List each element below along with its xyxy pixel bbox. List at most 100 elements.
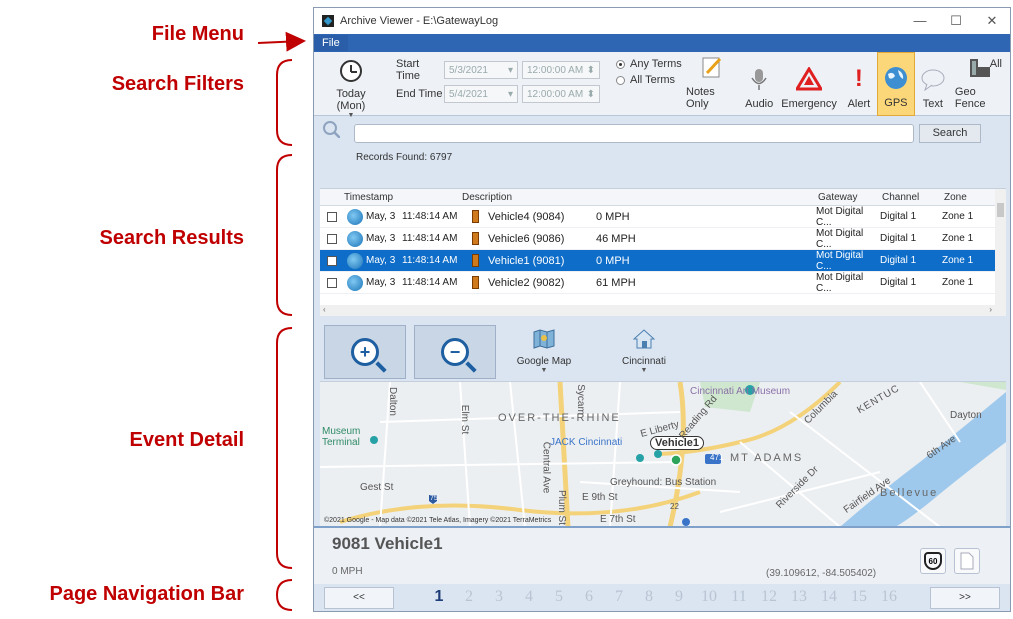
row-checkbox[interactable] [327, 211, 337, 222]
page-number[interactable]: 4 [514, 588, 544, 606]
col-zone[interactable]: Zone [944, 192, 992, 203]
table-row[interactable]: May, 3 11:48:14 AM Vehicle6 (9086) 46 MP… [320, 228, 1006, 250]
table-header: Timestamp Description Gateway Channel Zo… [320, 189, 1006, 206]
search-bar: Search Records Found: 6797 [314, 116, 1010, 168]
maximize-button[interactable]: ☐ [938, 13, 974, 29]
menu-bar: File [314, 34, 1010, 52]
gps-filter[interactable]: GPS [876, 52, 915, 116]
end-time-spinner[interactable]: 12:00:00 AM ⬍ [522, 85, 600, 103]
search-icon [323, 121, 340, 138]
text-filter[interactable]: Text [915, 52, 951, 116]
row-checkbox[interactable] [327, 233, 337, 244]
spinner-icon: ⬍ [586, 88, 595, 100]
page-number[interactable]: 6 [574, 588, 604, 606]
page-number[interactable]: 3 [484, 588, 514, 606]
close-button[interactable]: ✕ [974, 13, 1010, 29]
chevron-down-icon: ▼ [540, 367, 548, 374]
minimize-button[interactable]: — [902, 13, 938, 29]
page-number[interactable]: 7 [604, 588, 634, 606]
records-found: Records Found: 6797 [356, 152, 453, 163]
event-detail-panel: 9081 Vehicle1 0 MPH (39.109612, -84.5054… [314, 526, 1010, 584]
zoom-out-button[interactable]: − [414, 325, 496, 379]
radio-device-icon [471, 276, 479, 289]
page-number[interactable]: 8 [634, 588, 664, 606]
annotated-screenshot: File Menu Search Filters Search Results … [0, 0, 1013, 619]
microphone-icon [745, 64, 773, 94]
globe-icon [347, 252, 363, 269]
search-results-table: Timestamp Description Gateway Channel Zo… [320, 188, 1006, 316]
radio-device-icon [471, 254, 479, 267]
globe-icon [347, 274, 363, 291]
archive-viewer-window: Archive Viewer - E:\GatewayLog — ☐ ✕ Fil… [313, 7, 1011, 612]
audio-filter[interactable]: Audio [741, 52, 777, 116]
alert-filter[interactable]: ! Alert [841, 52, 877, 116]
app-icon [322, 15, 334, 27]
file-menu[interactable]: File [314, 35, 348, 51]
start-date-picker[interactable]: 5/3/2021 ▾ [444, 61, 518, 79]
location-selector[interactable]: Cincinnati ▼ [604, 325, 684, 374]
zoom-in-button[interactable]: + [324, 325, 406, 379]
start-time-spinner[interactable]: 12:00:00 AM ⬍ [522, 61, 600, 79]
any-terms-radio[interactable]: Any Terms [616, 56, 682, 72]
col-channel[interactable]: Channel [882, 192, 944, 203]
title-bar: Archive Viewer - E:\GatewayLog — ☐ ✕ [314, 8, 1010, 34]
page-number[interactable]: 15 [844, 588, 874, 606]
terms-radio-group: Any Terms All Terms [616, 56, 682, 88]
page-number[interactable]: 12 [754, 588, 784, 606]
event-speed: 0 MPH [332, 566, 363, 577]
today-button[interactable]: Today (Mon) ▼ [322, 58, 380, 119]
vehicle-map-label[interactable]: Vehicle1 [650, 436, 705, 450]
all-filter[interactable]: All [990, 58, 1002, 70]
col-gateway[interactable]: Gateway [818, 192, 882, 203]
chevron-down-icon: ▾ [507, 64, 513, 76]
prev-page-button[interactable]: << [324, 587, 394, 609]
home-icon [632, 329, 656, 349]
callout-search-results: Search Results [99, 227, 244, 249]
vertical-scrollbar[interactable] [995, 189, 1006, 307]
row-checkbox[interactable] [327, 255, 337, 266]
event-map[interactable]: Cincinnati Art Museum OVER-THE-RHINE Day… [320, 381, 1006, 526]
map-type-selector[interactable]: Google Map ▼ [504, 325, 584, 374]
globe-icon [347, 208, 363, 225]
page-number[interactable]: 10 [694, 588, 724, 606]
page-number[interactable]: 13 [784, 588, 814, 606]
event-type-filters: Notes Only Audio Emergency ! Alert GPS T… [682, 52, 1010, 116]
end-date-picker[interactable]: 5/4/2021 ▾ [444, 85, 518, 103]
next-page-button[interactable]: >> [930, 587, 1000, 609]
page-number[interactable]: 16 [874, 588, 904, 606]
event-coordinates: (39.109612, -84.505402) [766, 568, 877, 579]
col-timestamp[interactable]: Timestamp [344, 192, 462, 203]
page-number[interactable]: 2 [454, 588, 484, 606]
callout-search-filters: Search Filters [111, 73, 244, 95]
search-input[interactable] [354, 124, 914, 143]
scroll-right-icon[interactable]: › [989, 305, 992, 314]
row-checkbox[interactable] [327, 277, 337, 288]
search-filters-ribbon: Today (Mon) ▼ Start Time 5/3/2021 ▾ 12:00… [314, 52, 1010, 119]
today-label: Today (Mon) [336, 88, 366, 112]
page-number[interactable]: 14 [814, 588, 844, 606]
page-number[interactable]: 5 [544, 588, 574, 606]
speech-bubble-icon [919, 64, 947, 94]
scroll-left-icon[interactable]: ‹ [323, 305, 326, 314]
chevron-down-icon: ▼ [640, 367, 648, 374]
document-button[interactable] [954, 548, 980, 574]
emergency-filter[interactable]: Emergency [777, 52, 841, 116]
event-title: 9081 Vehicle1 [332, 534, 443, 553]
page-number[interactable]: 11 [724, 588, 754, 606]
time-range: Start Time 5/3/2021 ▾ 12:00:00 AM ⬍ End Ti… [396, 58, 604, 108]
search-button[interactable]: Search [919, 124, 981, 143]
table-row[interactable]: May, 3 11:48:14 AM Vehicle2 (9082) 61 MP… [320, 272, 1006, 294]
start-time-label: Start Time [396, 58, 421, 82]
table-row[interactable]: May, 3 11:48:14 AM Vehicle4 (9084) 0 MPH… [320, 206, 1006, 228]
table-row-selected[interactable]: May, 3 11:48:14 AM Vehicle1 (9081) 0 MPH… [320, 250, 1006, 272]
speed-limit-button[interactable]: 60 [920, 548, 946, 574]
horizontal-scrollbar[interactable]: ‹ › [320, 305, 1006, 316]
page-number[interactable]: 1 [424, 588, 454, 606]
all-terms-radio[interactable]: All Terms [616, 72, 682, 88]
callout-event-detail: Event Detail [129, 429, 244, 451]
notes-only-filter[interactable]: Notes Only [682, 52, 741, 116]
page-numbers: 1 2 3 4 5 6 7 8 9 10 11 12 13 14 15 16 [424, 588, 904, 606]
col-description[interactable]: Description [462, 192, 818, 203]
zoom-in-icon: + [351, 338, 379, 366]
page-number[interactable]: 9 [664, 588, 694, 606]
